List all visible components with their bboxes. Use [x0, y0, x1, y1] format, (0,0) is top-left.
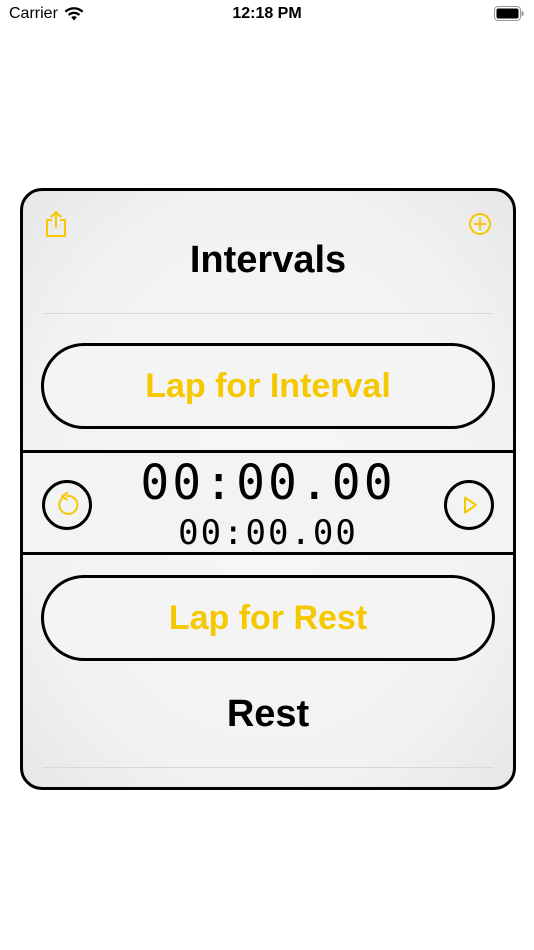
rest-label: Rest [226, 693, 310, 735]
play-icon [464, 496, 477, 514]
battery-icon [494, 6, 524, 21]
timer-display: 00:00.00 00:00.00 [23, 450, 513, 555]
status-time: 12:18 PM [232, 5, 302, 22]
share-button[interactable] [41, 209, 71, 239]
page-title: Intervals [189, 239, 347, 281]
status-bar: Carrier 12:18 PM [0, 0, 534, 30]
interval-timer-card: Intervals Lap for Interval 00:00.00 00:0… [20, 188, 516, 790]
play-button[interactable] [444, 480, 494, 530]
lap-for-rest-button[interactable]: Lap for Rest [41, 575, 495, 661]
lap-for-interval-button[interactable]: Lap for Interval [41, 343, 495, 429]
total-time: 00:00.00 [178, 513, 358, 553]
interval-time: 00:00.00 [140, 455, 396, 511]
add-interval-button[interactable] [465, 209, 495, 239]
share-icon [46, 211, 66, 237]
plus-circle-icon [469, 213, 491, 235]
divider [43, 313, 493, 314]
divider [43, 767, 493, 768]
